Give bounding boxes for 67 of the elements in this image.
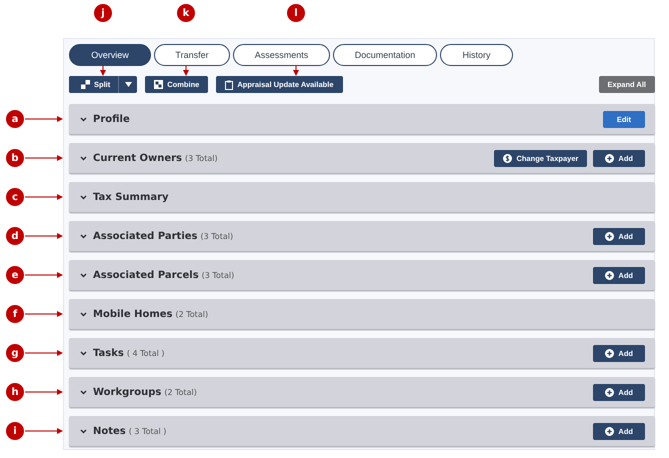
section-title: Profile (93, 114, 130, 124)
tab[interactable]: Assessments (233, 44, 330, 66)
tab[interactable]: Overview (69, 44, 151, 66)
section-header[interactable]: Mobile Homes (2 Total) (69, 299, 655, 329)
section-count: ( 4 Total ) (126, 348, 164, 358)
section-title: Associated Parties (93, 230, 198, 242)
arrow (25, 428, 63, 434)
plus-icon (605, 426, 614, 436)
section-title: Current Owners (93, 152, 182, 164)
arrow (25, 233, 63, 239)
section-header[interactable]: Tax Summary (69, 182, 655, 212)
chevron-down-icon[interactable] (80, 116, 87, 122)
arrow (293, 66, 299, 76)
section-title: Tax Summary (93, 192, 169, 202)
arrow (25, 272, 63, 278)
chevron-down-icon[interactable] (80, 390, 87, 394)
callout-marker: h (6, 383, 24, 401)
plus-icon (605, 348, 614, 358)
callout-marker: k (177, 4, 195, 22)
section-count: (3 Total) (185, 154, 218, 162)
arrow (25, 389, 63, 395)
arrow (25, 311, 63, 317)
tab[interactable]: Transfer (154, 44, 230, 66)
chevron-down-icon[interactable] (80, 234, 87, 238)
tab[interactable]: Documentation (333, 44, 437, 66)
section-title: Mobile Homes (93, 308, 172, 320)
section-count: ( 3 Total ) (128, 426, 166, 436)
arrow (25, 194, 63, 200)
section-count: (2 Total) (164, 388, 197, 396)
arrow (25, 155, 63, 161)
clipboard-icon (225, 80, 234, 90)
section-count: (3 Total) (200, 232, 234, 240)
callout-marker: l (287, 4, 305, 22)
callout-marker: f (6, 305, 24, 323)
squares-icon (154, 80, 164, 89)
arrow (25, 350, 63, 356)
arrow (25, 116, 63, 122)
tab[interactable]: History (440, 44, 513, 66)
section-title: Workgroups (93, 386, 162, 398)
chevron-down-icon[interactable] (80, 194, 87, 200)
callout-marker: g (6, 344, 24, 362)
dollar-icon (503, 154, 512, 162)
callout-marker: c (6, 188, 24, 206)
plus-icon (605, 154, 614, 162)
callout-marker: e (6, 266, 24, 284)
callout-marker: d (6, 227, 24, 245)
section-title: Tasks (93, 348, 124, 358)
plus-icon (605, 232, 614, 240)
callout-marker: a (6, 110, 24, 128)
arrow (183, 66, 189, 76)
callout-marker: j (94, 4, 112, 22)
section-count: (2 Total) (176, 310, 208, 318)
plus-icon (605, 270, 614, 280)
section-title: Associated Parcels (93, 270, 199, 280)
section-count: (3 Total) (202, 270, 234, 280)
chevron-down-icon[interactable] (80, 350, 87, 356)
chevron-down-icon[interactable] (80, 272, 87, 278)
chevron-down-icon[interactable] (80, 156, 87, 160)
squares-icon (81, 80, 90, 89)
callout-marker: b (6, 149, 24, 167)
chevron-down-icon[interactable] (80, 428, 87, 434)
plus-icon (605, 388, 614, 396)
callout-marker: i (6, 422, 24, 440)
chevron-down-icon[interactable] (80, 312, 87, 316)
dropdown-caret-icon[interactable] (124, 82, 132, 87)
section-title: Notes (93, 426, 126, 436)
arrow (100, 66, 106, 76)
